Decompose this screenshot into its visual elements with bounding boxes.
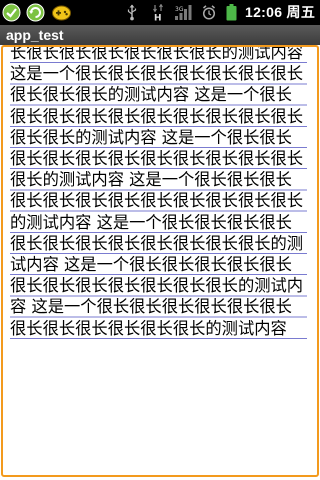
usb-icon (127, 4, 137, 21)
sync-check-icon[interactable] (2, 3, 21, 22)
game-controller-icon[interactable] (52, 3, 71, 22)
svg-text:H: H (154, 14, 162, 22)
content-area: 长很长很长很长很长很长很长的测试内容 这是一个很长很长很长很长很长很长很长很长很… (0, 45, 320, 480)
clock-time: 12:06 (245, 4, 283, 20)
alarm-icon (202, 5, 216, 20)
editor-text[interactable]: 长很长很长很长很长很长很长的测试内容 这是一个很长很长很长很长很长很长很长很长很… (10, 47, 307, 339)
clock: 12:06 周五 (245, 4, 315, 21)
clock-weekday: 周五 (286, 4, 316, 20)
app-title: app_test (6, 27, 64, 43)
battery-icon (226, 4, 237, 21)
data-h-icon: H (153, 4, 163, 22)
title-bar: app_test (0, 25, 320, 45)
text-editor[interactable]: 长很长很长很长很长很长很长的测试内容 这是一个很长很长很长很长很长很长很长很长很… (1, 45, 319, 477)
sync-refresh-icon[interactable] (26, 3, 45, 22)
svg-text:3G: 3G (175, 6, 184, 13)
signal-icon: 3G (175, 5, 192, 20)
status-bar[interactable]: H 3G 12:06 周五 (0, 0, 320, 25)
